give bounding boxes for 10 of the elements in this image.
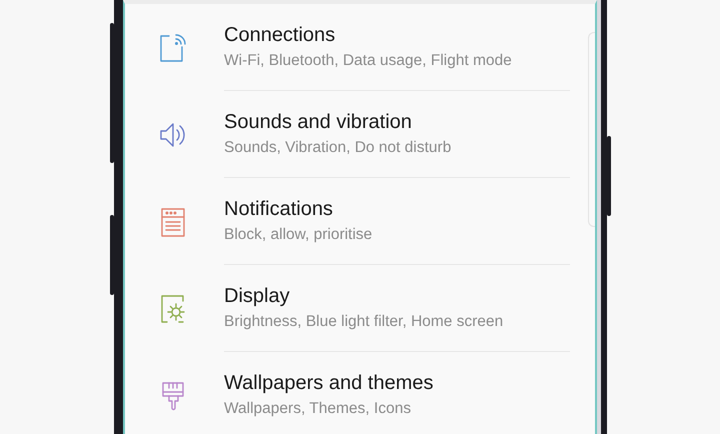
- setting-title[interactable]: Notifications: [224, 197, 570, 221]
- setting-title[interactable]: Sounds and vibration: [224, 110, 570, 134]
- setting-description: Brightness, Blue light filter, Home screen: [224, 312, 504, 332]
- setting-description: Wi-Fi, Bluetooth, Data usage, Flight mode: [224, 51, 513, 71]
- setting-description: Block, allow, prioritise: [224, 225, 374, 245]
- setting-title[interactable]: Display: [224, 284, 570, 308]
- setting-title[interactable]: Connections: [224, 23, 570, 47]
- setting-title[interactable]: Wallpapers and themes: [224, 371, 570, 395]
- setting-description: Sounds, Vibration, Do not disturb: [224, 138, 452, 158]
- setting-description: Wallpapers, Themes, Icons: [224, 399, 412, 419]
